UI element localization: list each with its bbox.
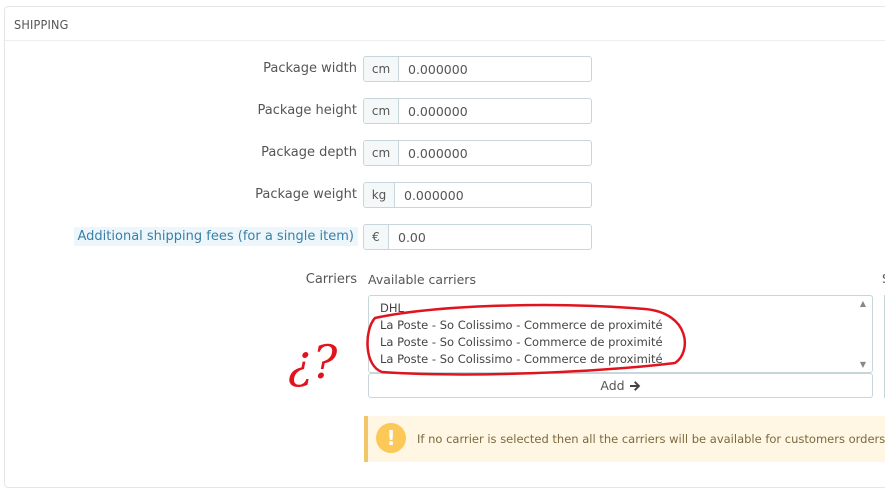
add-carrier-label: Add <box>600 378 625 393</box>
alert-text: If no carrier is selected then all the c… <box>417 432 885 446</box>
panel-heading: SHIPPING <box>5 7 885 41</box>
carrier-option[interactable]: DHL <box>380 301 404 315</box>
carriers-label: Carriers <box>305 272 357 287</box>
scroll-up-icon[interactable]: ▲ <box>858 299 868 308</box>
package-height-input[interactable] <box>399 99 591 123</box>
package-depth-unit: cm <box>364 141 399 165</box>
package-width-group: cm <box>363 56 592 82</box>
arrow-right-icon <box>629 380 640 391</box>
panel-title: SHIPPING <box>14 17 69 32</box>
available-carriers-heading: Available carriers <box>368 272 476 287</box>
package-weight-unit: kg <box>364 183 395 207</box>
package-weight-group: kg <box>363 182 592 208</box>
add-carrier-button[interactable]: Add <box>368 373 873 398</box>
carrier-warning-alert: ! If no carrier is selected then all the… <box>364 416 885 462</box>
carrier-option[interactable]: La Poste - So Colissimo - Commerce de pr… <box>380 352 663 366</box>
shipping-fees-input[interactable] <box>389 225 591 249</box>
package-width-unit: cm <box>364 57 399 81</box>
carrier-option[interactable]: La Poste - So Colissimo - Commerce de pr… <box>380 335 663 349</box>
package-weight-label: Package weight <box>255 187 357 202</box>
package-height-group: cm <box>363 98 592 124</box>
package-depth-label: Package depth <box>261 145 357 160</box>
package-width-label: Package width <box>263 61 357 76</box>
shipping-fees-group: € <box>363 224 592 250</box>
package-width-input[interactable] <box>399 57 591 81</box>
carrier-option[interactable]: La Poste - So Colissimo - Commerce de pr… <box>380 318 663 332</box>
available-carriers-list[interactable]: DHL La Poste - So Colissimo - Commerce d… <box>368 295 873 373</box>
shipping-fees-unit: € <box>364 225 389 249</box>
package-height-unit: cm <box>364 99 399 123</box>
shipping-fees-label: Additional shipping fees (for a single i… <box>73 227 358 246</box>
exclamation-icon: ! <box>376 423 406 453</box>
package-depth-input[interactable] <box>399 141 591 165</box>
scroll-down-icon[interactable]: ▼ <box>858 360 868 369</box>
package-weight-input[interactable] <box>395 183 591 207</box>
package-depth-group: cm <box>363 140 592 166</box>
package-height-label: Package height <box>257 103 357 118</box>
